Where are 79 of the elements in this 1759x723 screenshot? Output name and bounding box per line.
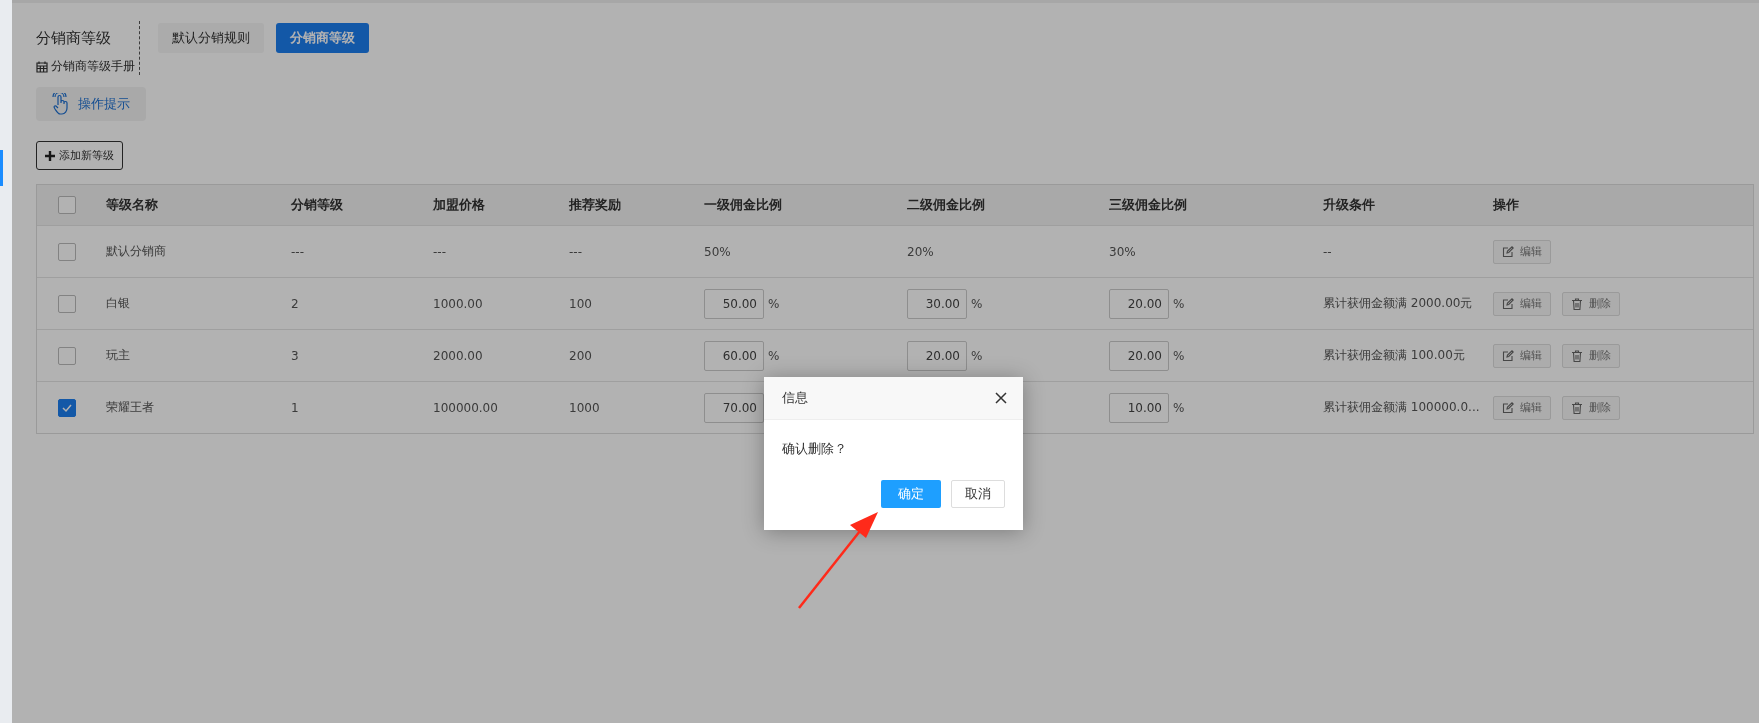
table-cell: 1 — [291, 400, 299, 415]
table-cell: 玩主 — [106, 347, 130, 364]
rate-input[interactable]: 10.00 — [1109, 392, 1169, 423]
select-all-checkbox[interactable] — [57, 196, 76, 214]
table-cell: 白银 — [106, 295, 130, 312]
edit-button[interactable]: 编辑 — [1493, 239, 1551, 264]
table-cell: 累计获佣金额满 2000.00元 — [1323, 295, 1473, 312]
rate-input[interactable]: 70.00 — [704, 392, 764, 423]
table-cell: --- — [291, 244, 304, 259]
percent-unit: % — [971, 296, 983, 311]
delete-button[interactable]: 删除 — [1562, 343, 1620, 368]
table-cell: 累计获佣金额满 100.00元 — [1323, 347, 1465, 364]
percent-unit: % — [1173, 296, 1185, 311]
tab[interactable]: 默认分销规则 — [158, 23, 264, 53]
table-cell: -- — [1323, 244, 1332, 259]
edit-icon — [1502, 297, 1514, 310]
table-cell: --- — [433, 244, 446, 259]
active-marker — [0, 150, 3, 186]
edit-icon — [1502, 245, 1514, 258]
column-header: 分销等级 — [291, 196, 343, 214]
close-icon[interactable] — [995, 392, 1007, 404]
table-cell: 2 — [291, 296, 299, 311]
column-header: 一级佣金比例 — [704, 196, 782, 214]
trash-icon — [1571, 297, 1583, 310]
rate-input[interactable]: 60.00 — [704, 340, 764, 371]
edit-button[interactable]: 编辑 — [1493, 395, 1551, 420]
edit-icon — [1502, 401, 1514, 414]
row-checkbox[interactable] — [57, 346, 76, 365]
table-cell: --- — [569, 244, 582, 259]
rate-input[interactable]: 20.00 — [1109, 288, 1169, 319]
column-header: 操作 — [1493, 196, 1519, 214]
table-cell: 100 — [569, 296, 592, 311]
edit-button[interactable]: 编辑 — [1493, 291, 1551, 316]
table-cell: 2000.00 — [433, 348, 483, 363]
table-cell: 3 — [291, 348, 299, 363]
percent-unit: % — [768, 296, 780, 311]
table-cell: 200 — [569, 348, 592, 363]
edit-button[interactable]: 编辑 — [1493, 343, 1551, 368]
column-header: 推荐奖励 — [569, 196, 621, 214]
table-cell: 100000.00 — [433, 400, 498, 415]
table-cell: 荣耀王者 — [106, 399, 154, 416]
percent-unit: % — [768, 348, 780, 363]
table-cell: 50% — [704, 244, 731, 259]
pointing-hand-icon — [52, 93, 70, 115]
table-cell: 20% — [907, 244, 934, 259]
table-cell: 累计获佣金额满 100000.0... — [1323, 399, 1480, 416]
trash-icon — [1571, 349, 1583, 362]
column-header: 加盟价格 — [433, 196, 485, 214]
table-cell: 1000 — [569, 400, 600, 415]
tips-button[interactable]: 操作提示 — [36, 87, 146, 121]
table-cell: 默认分销商 — [106, 243, 166, 260]
calendar-icon — [36, 60, 48, 73]
delete-button[interactable]: 删除 — [1562, 395, 1620, 420]
add-level-button[interactable]: 添加新等级 — [36, 141, 123, 170]
delete-button[interactable]: 删除 — [1562, 291, 1620, 316]
column-header: 二级佣金比例 — [907, 196, 985, 214]
row-checkbox[interactable] — [57, 242, 76, 261]
percent-unit: % — [1173, 400, 1185, 415]
manual-link[interactable]: 分销商等级手册 — [36, 58, 135, 75]
table-cell: 1000.00 — [433, 296, 483, 311]
column-header: 等级名称 — [106, 196, 158, 214]
dialog-message: 确认删除？ — [781, 440, 848, 458]
edit-icon — [1502, 349, 1514, 362]
trash-icon — [1571, 401, 1583, 414]
row-checkbox[interactable] — [57, 294, 76, 313]
table-cell: 30% — [1109, 244, 1136, 259]
column-header: 三级佣金比例 — [1109, 196, 1187, 214]
rate-input[interactable]: 20.00 — [907, 340, 967, 371]
percent-unit: % — [1173, 348, 1185, 363]
rate-input[interactable]: 30.00 — [907, 288, 967, 319]
percent-unit: % — [971, 348, 983, 363]
row-checkbox[interactable] — [57, 398, 76, 417]
page-title: 分销商等级 — [36, 29, 112, 48]
cancel-button[interactable]: 取消 — [951, 480, 1005, 508]
rate-input[interactable]: 50.00 — [704, 288, 764, 319]
column-header: 升级条件 — [1323, 196, 1375, 214]
dialog-title: 信息 — [782, 389, 808, 407]
plus-icon — [45, 150, 55, 161]
rate-input[interactable]: 20.00 — [1109, 340, 1169, 371]
